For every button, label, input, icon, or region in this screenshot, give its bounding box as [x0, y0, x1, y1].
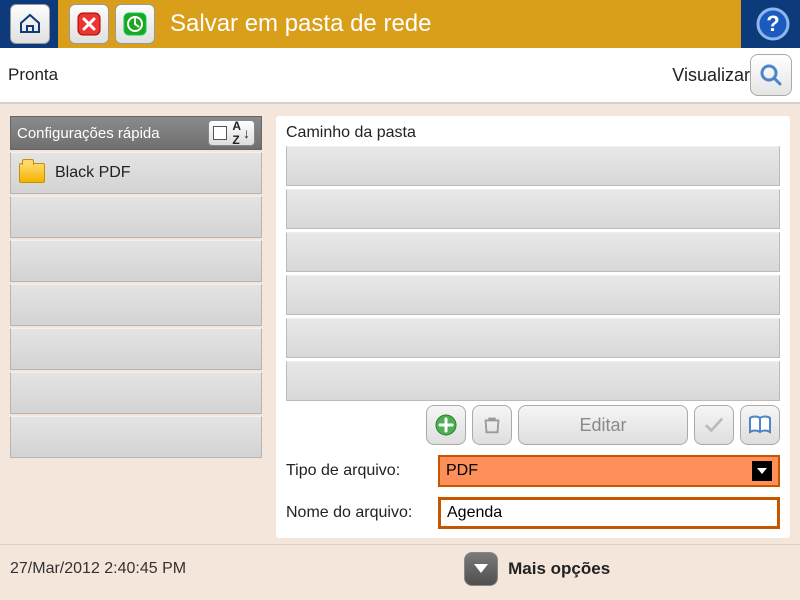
quickset-empty-slot[interactable]	[10, 416, 262, 458]
quicksets-header: Configurações rápida AZ ↓	[10, 116, 262, 150]
svg-text:?: ?	[766, 11, 779, 36]
status-ready: Pronta	[8, 65, 58, 85]
home-icon	[18, 12, 42, 36]
preview-group: Visualizar	[672, 54, 792, 96]
folder-path-line[interactable]	[286, 146, 780, 186]
quickset-empty-slot[interactable]	[10, 196, 262, 238]
filename-row: Nome do arquivo:	[286, 497, 780, 529]
check-icon	[703, 414, 725, 436]
preview-button[interactable]	[750, 54, 792, 96]
filename-input[interactable]	[438, 497, 780, 529]
folder-path-line[interactable]	[286, 318, 780, 358]
preview-label: Visualizar	[672, 65, 750, 86]
filetype-label: Tipo de arquivo:	[286, 462, 430, 480]
quickset-item-label: Black PDF	[55, 164, 131, 182]
book-path-button[interactable]	[740, 405, 780, 445]
status-bar: Pronta Visualizar	[0, 48, 800, 104]
quickset-empty-slot[interactable]	[10, 328, 262, 370]
titlebar: Salvar em pasta de rede ?	[0, 0, 800, 48]
start-button[interactable]	[115, 4, 155, 44]
folder-path-line[interactable]	[286, 361, 780, 401]
edit-path-button[interactable]: Editar	[518, 405, 688, 445]
filename-label: Nome do arquivo:	[286, 504, 430, 522]
trash-icon	[481, 414, 503, 436]
folder-form: Caminho da pasta Editar	[276, 116, 790, 538]
chevron-down-icon	[752, 461, 772, 481]
help-button[interactable]: ?	[752, 3, 794, 45]
add-path-button[interactable]	[426, 405, 466, 445]
content: Configurações rápida AZ ↓ Black PDF Cami…	[0, 104, 800, 544]
quicksets-title: Configurações rápida	[17, 125, 160, 142]
page-title: Salvar em pasta de rede	[170, 10, 431, 38]
home-button[interactable]	[10, 4, 50, 44]
path-actions: Editar	[286, 405, 780, 445]
folder-icon	[19, 163, 45, 183]
magnifier-icon	[758, 62, 784, 88]
delete-path-button[interactable]	[472, 405, 512, 445]
help-icon: ?	[755, 6, 791, 42]
folder-path-line[interactable]	[286, 275, 780, 315]
cancel-icon	[76, 11, 102, 37]
footer: 27/Mar/2012 2:40:45 PM Mais opções	[0, 544, 800, 592]
folder-path-label: Caminho da pasta	[286, 124, 780, 142]
titlebar-main: Salvar em pasta de rede	[58, 0, 741, 48]
quickset-empty-slot[interactable]	[10, 372, 262, 414]
folder-path-line[interactable]	[286, 189, 780, 229]
quickset-empty-slot[interactable]	[10, 240, 262, 282]
timestamp: 27/Mar/2012 2:40:45 PM	[10, 560, 186, 578]
quickset-empty-slot[interactable]	[10, 284, 262, 326]
book-icon	[748, 415, 772, 435]
folder-path-list	[286, 146, 780, 401]
folder-path-line[interactable]	[286, 232, 780, 272]
filetype-value: PDF	[446, 462, 478, 480]
more-options-group: Mais opções	[464, 552, 610, 586]
sort-label: AZ	[232, 119, 241, 147]
checkbox-icon	[213, 126, 227, 140]
edit-label: Editar	[579, 415, 626, 436]
quicksets-panel: Configurações rápida AZ ↓ Black PDF	[10, 116, 262, 538]
filetype-row: Tipo de arquivo: PDF	[286, 455, 780, 487]
more-options-label: Mais opções	[508, 559, 610, 579]
quicksets-sort-button[interactable]: AZ ↓	[208, 120, 255, 146]
filetype-dropdown[interactable]: PDF	[438, 455, 780, 487]
more-options-button[interactable]	[464, 552, 498, 586]
quickset-item-blackpdf[interactable]: Black PDF	[10, 152, 262, 194]
cancel-button[interactable]	[69, 4, 109, 44]
confirm-path-button[interactable]	[694, 405, 734, 445]
sort-arrow-icon: ↓	[243, 125, 250, 141]
plus-icon	[434, 413, 458, 437]
start-icon	[122, 11, 148, 37]
